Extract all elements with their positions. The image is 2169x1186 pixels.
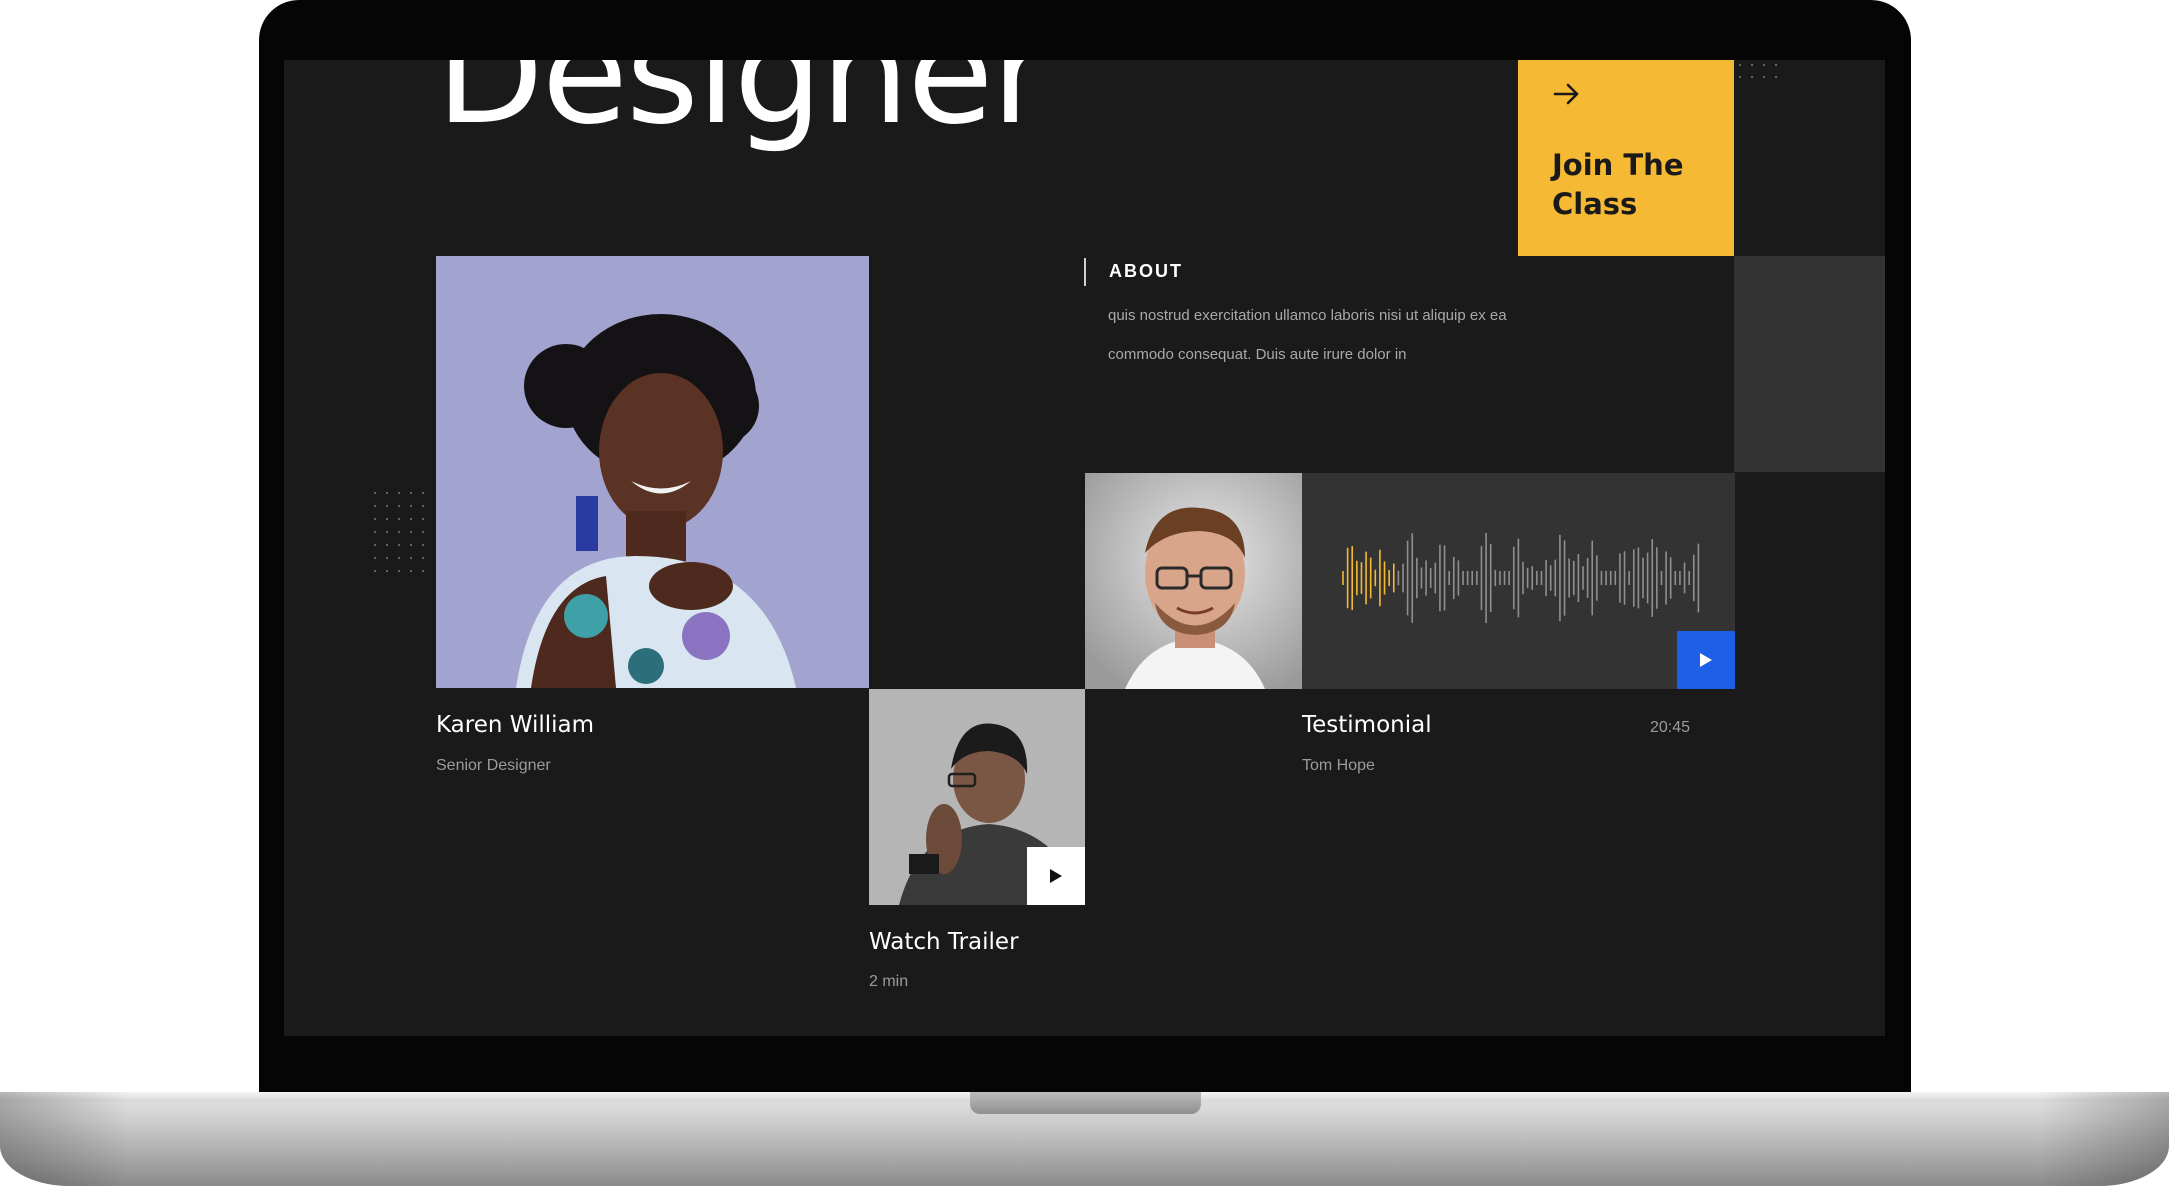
karen-role: Senior Designer <box>436 757 551 774</box>
testimonial-audio-player <box>1302 473 1735 689</box>
arrow-right-icon <box>1553 83 1579 105</box>
testimonial-duration: 20:45 <box>1650 719 1691 736</box>
join-class-label: Join The Class <box>1552 148 1684 221</box>
laptop-screen: Designer Join The Class Karen William Se… <box>284 60 1885 1036</box>
laptop-notch <box>970 1092 1201 1114</box>
trailer-title: Watch Trailer <box>869 929 1019 955</box>
audio-waveform[interactable] <box>1342 533 1702 623</box>
decorative-dots-top <box>1739 64 1777 78</box>
decorative-dots-left <box>374 492 424 572</box>
play-icon <box>1700 653 1712 667</box>
trailer-play-button[interactable] <box>1027 847 1085 905</box>
about-title: ABOUT <box>1109 261 1183 281</box>
testimonial-author: Tom Hope <box>1302 757 1375 774</box>
join-class-button[interactable]: Join The Class <box>1518 60 1734 256</box>
hero-title: Designer <box>436 60 1049 156</box>
tom-hope-photo <box>1085 473 1302 689</box>
play-icon <box>1050 869 1062 883</box>
testimonial-play-button[interactable] <box>1677 631 1735 689</box>
trailer-thumbnail[interactable] <box>869 689 1085 905</box>
testimonial-title: Testimonial <box>1302 712 1432 738</box>
about-divider <box>1084 258 1086 286</box>
trailer-duration: 2 min <box>869 973 909 990</box>
decorative-gray-block <box>1734 256 1885 472</box>
about-text: quis nostrud exercitation ullamco labori… <box>1108 307 1507 363</box>
karen-william-photo <box>436 256 869 688</box>
karen-name: Karen William <box>436 712 595 738</box>
